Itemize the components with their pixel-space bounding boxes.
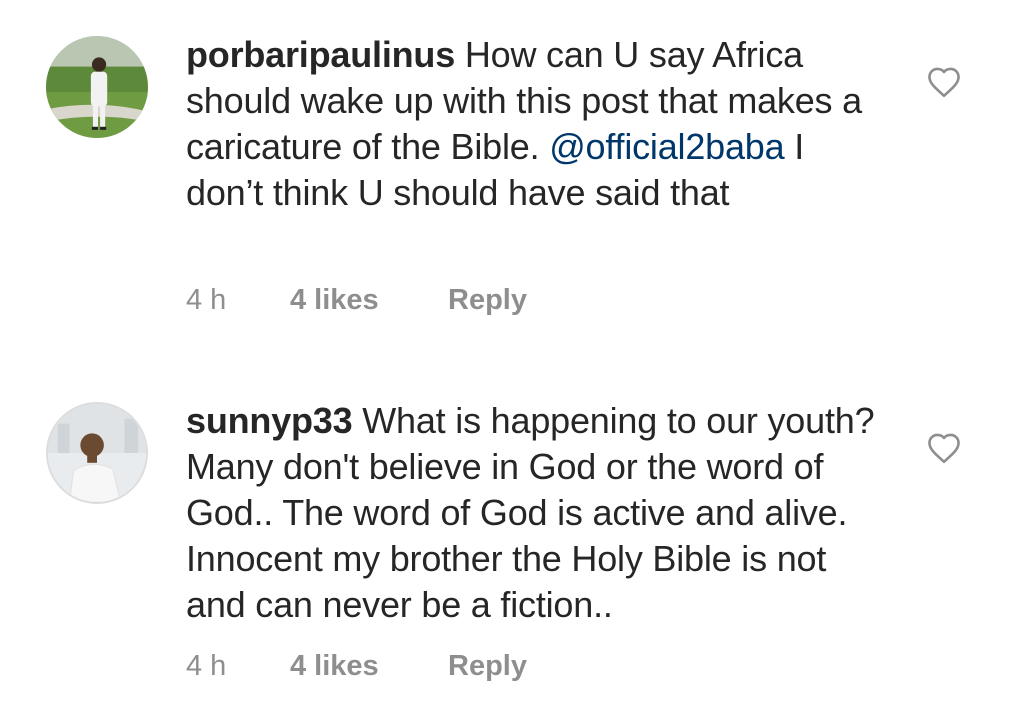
comment-text: sunnyp33 What is happening to our youth?… — [186, 398, 886, 628]
avatar-photo — [46, 36, 148, 138]
comment-likes[interactable]: 4 likes — [290, 284, 448, 317]
comment-text: porbaripaulinus How can U say Africa sho… — [186, 32, 886, 216]
reply-button[interactable]: Reply — [448, 284, 527, 317]
comment-time: 4 h — [186, 284, 227, 316]
comment-username[interactable]: porbaripaulinus — [186, 34, 455, 75]
avatar-photo — [48, 404, 146, 502]
comment-username[interactable]: sunnyp33 — [186, 400, 353, 441]
comment-likes[interactable]: 4 likes — [290, 650, 448, 683]
user-avatar[interactable] — [46, 36, 148, 138]
comment-meta: 4 h 4 likes Reply — [186, 284, 527, 317]
comment-time: 4 h — [186, 650, 227, 682]
heart-outline-icon[interactable] — [926, 432, 962, 464]
mention-link[interactable]: @official2baba — [549, 126, 784, 167]
comment-meta: 4 h 4 likes Reply — [186, 650, 527, 683]
heart-outline-icon[interactable] — [926, 66, 962, 98]
user-avatar[interactable] — [46, 402, 148, 504]
reply-button[interactable]: Reply — [448, 650, 527, 683]
